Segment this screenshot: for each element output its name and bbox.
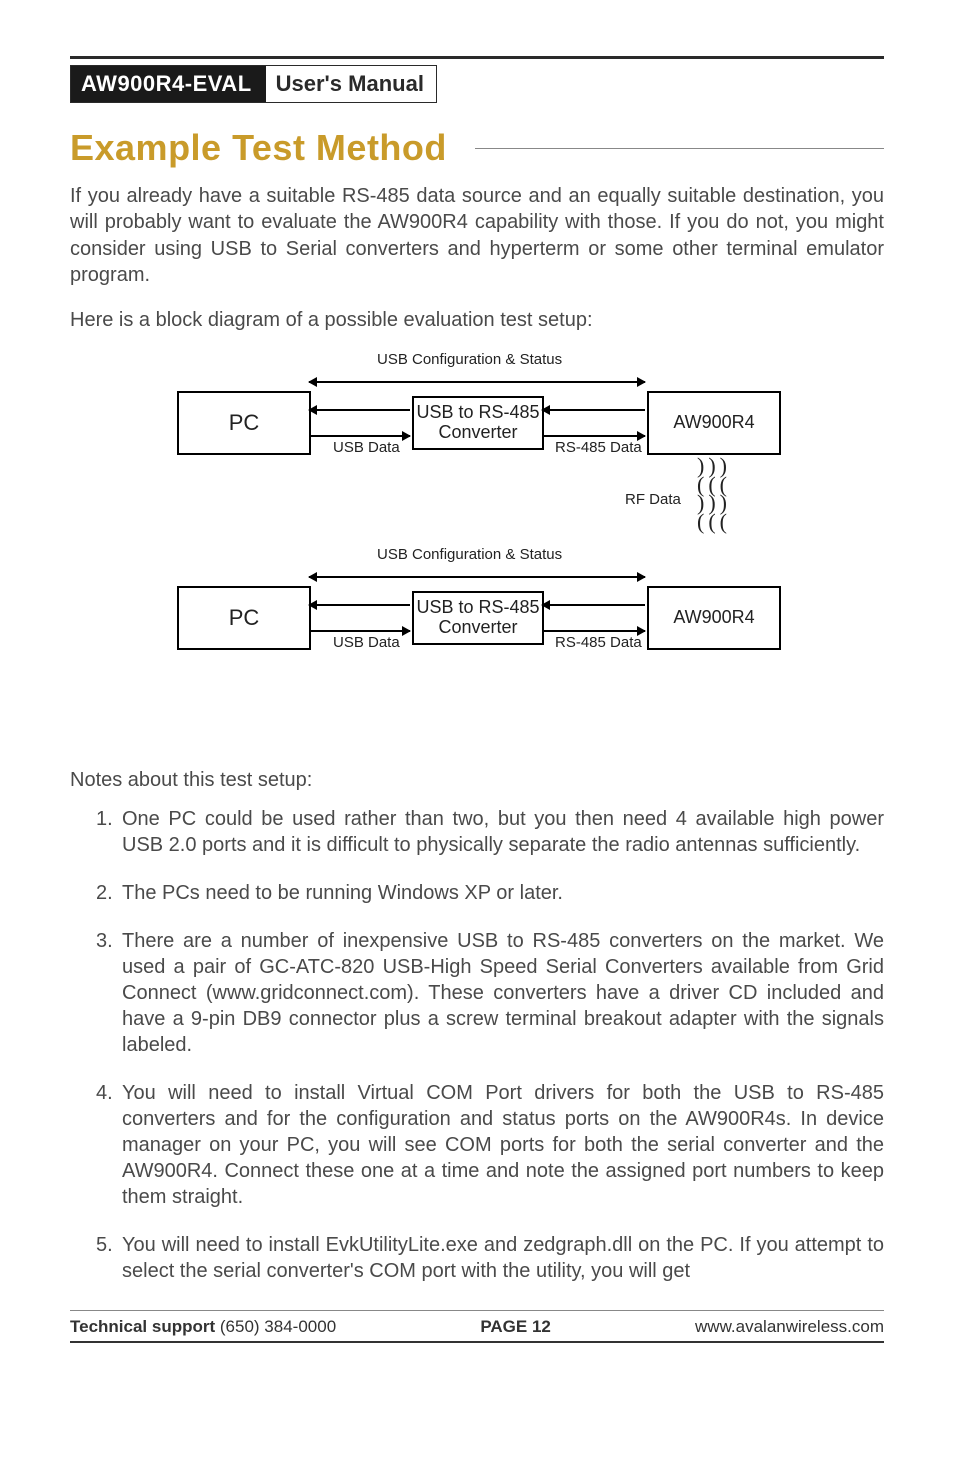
arrow-config-top	[309, 381, 645, 383]
arrow-rs485-top-back	[542, 409, 645, 411]
arrow-rs485-bottom-back	[542, 604, 645, 606]
converter-label-top-l2: Converter	[438, 423, 517, 443]
footer-rule-thick	[70, 1341, 884, 1343]
support-phone: (650) 384-0000	[220, 1317, 336, 1336]
pc-box-bottom: PC	[177, 586, 311, 650]
product-name: AW900R4-EVAL	[71, 66, 266, 102]
page-footer: Technical support (650) 384-0000 PAGE 12…	[70, 1311, 884, 1341]
rf-data-label: RF Data	[625, 491, 681, 508]
converter-label-top-l1: USB to RS-485	[416, 403, 539, 423]
rs485-data-label-top: RS-485 Data	[555, 439, 642, 456]
rf-waves: ))) ((( ))) (((	[697, 457, 731, 532]
list-item: You will need to install Virtual COM Por…	[96, 1080, 884, 1210]
list-item: There are a number of inexpensive USB to…	[96, 928, 884, 1058]
arrow-usb-bottom-back	[309, 604, 410, 606]
arrow-usb-bottom-fwd	[309, 630, 410, 632]
top-rule	[70, 56, 884, 59]
support-info: Technical support (650) 384-0000	[70, 1317, 336, 1337]
converter-box-bottom: USB to RS-485 Converter	[412, 591, 544, 645]
radio-box-bottom: AW900R4	[647, 586, 781, 650]
notes-list: One PC could be used rather than two, bu…	[70, 806, 884, 1284]
config-label-top: USB Configuration & Status	[377, 351, 562, 368]
intro-paragraph-2: Here is a block diagram of a possible ev…	[70, 307, 884, 333]
arrow-usb-top-fwd	[309, 435, 410, 437]
list-item: One PC could be used rather than two, bu…	[96, 806, 884, 858]
doc-type: User's Manual	[266, 66, 436, 102]
converter-label-bottom-l2: Converter	[438, 618, 517, 638]
page-number: PAGE 12	[480, 1317, 551, 1337]
section-title: Example Test Method	[70, 127, 884, 169]
config-label-bottom: USB Configuration & Status	[377, 546, 562, 563]
arrow-rs485-bottom-fwd	[542, 630, 645, 632]
usb-data-label-top: USB Data	[333, 439, 400, 456]
converter-box-top: USB to RS-485 Converter	[412, 396, 544, 450]
doc-header: AW900R4-EVAL User's Manual	[70, 65, 437, 103]
block-diagram: USB Configuration & Status PC USB to RS-…	[157, 351, 797, 741]
section-title-rule	[475, 148, 884, 149]
arrow-rs485-top-fwd	[542, 435, 645, 437]
notes-intro: Notes about this test setup:	[70, 769, 884, 792]
arrow-config-bottom	[309, 576, 645, 578]
rs485-data-label-bottom: RS-485 Data	[555, 634, 642, 651]
list-item: You will need to install EvkUtilityLite.…	[96, 1232, 884, 1284]
support-label: Technical support	[70, 1317, 215, 1336]
usb-data-label-bottom: USB Data	[333, 634, 400, 651]
footer-url: www.avalanwireless.com	[695, 1317, 884, 1337]
intro-paragraph-1: If you already have a suitable RS-485 da…	[70, 183, 884, 289]
pc-box-top: PC	[177, 391, 311, 455]
radio-box-top: AW900R4	[647, 391, 781, 455]
section-title-text: Example Test Method	[70, 127, 447, 169]
list-item: The PCs need to be running Windows XP or…	[96, 880, 884, 906]
arrow-usb-top-back	[309, 409, 410, 411]
converter-label-bottom-l1: USB to RS-485	[416, 598, 539, 618]
